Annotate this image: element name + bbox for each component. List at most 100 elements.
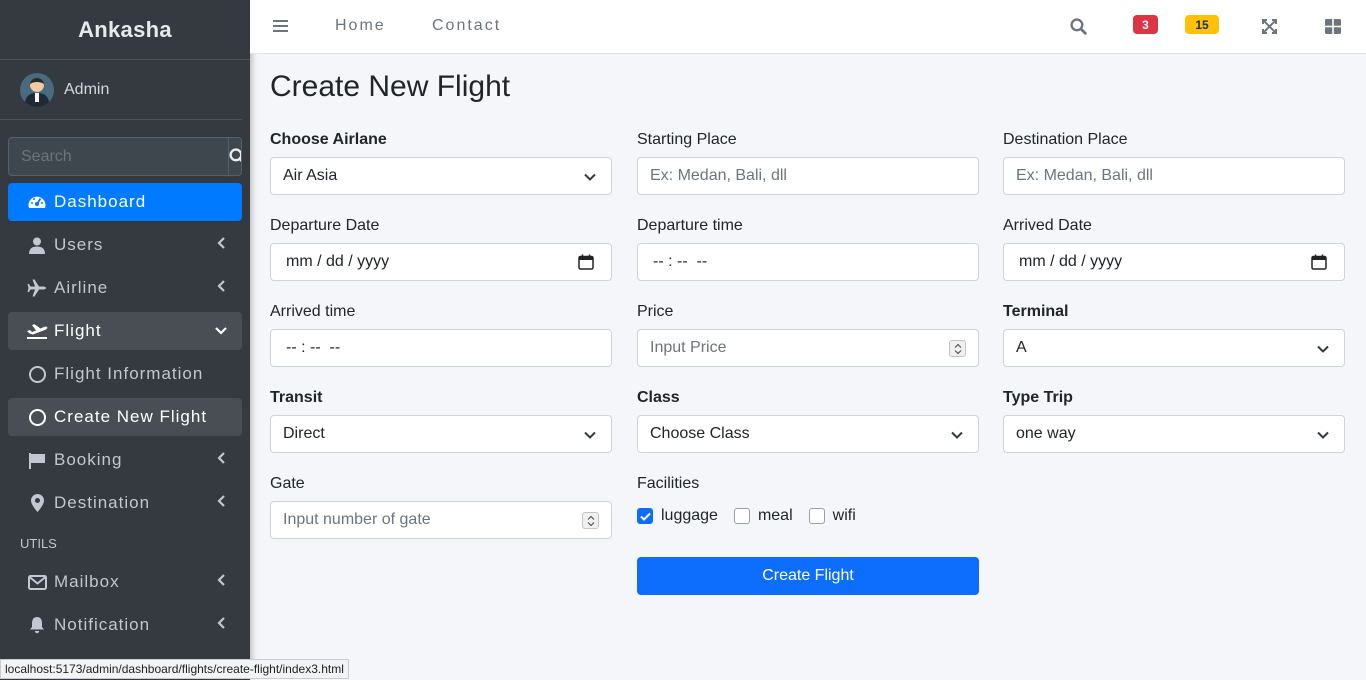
- number-spinner[interactable]: [949, 340, 966, 357]
- grid-icon[interactable]: [1325, 19, 1341, 34]
- wifi-option[interactable]: wifi: [808, 507, 856, 525]
- sidebar-item-users[interactable]: Users: [8, 226, 242, 264]
- search-icon[interactable]: [1070, 18, 1087, 35]
- map-marker-icon: [26, 493, 48, 513]
- destination-place-input[interactable]: Ex: Medan, Bali, dll: [1003, 157, 1345, 195]
- sidebar-item-destination[interactable]: Destination: [8, 484, 242, 522]
- plane-icon: [26, 278, 48, 298]
- sidebar-item-flight-information[interactable]: Flight Information: [8, 355, 242, 393]
- arrived-time-input[interactable]: -- : -- --: [270, 329, 612, 367]
- transit-select-value: Direct: [283, 425, 325, 442]
- notifications-badge[interactable]: 15: [1185, 15, 1219, 34]
- sidebar-search-button[interactable]: [228, 138, 241, 175]
- nav-link-contact[interactable]: Contact: [432, 17, 501, 35]
- luggage-option[interactable]: luggage: [637, 507, 718, 525]
- sidebar-nav: Dashboard Users Airline Flight Flight In…: [8, 183, 242, 649]
- airline-select[interactable]: Air Asia: [270, 157, 612, 195]
- hamburger-menu-icon[interactable]: [273, 19, 288, 33]
- sidebar-search-input[interactable]: [9, 138, 228, 175]
- spin-down-icon[interactable]: [587, 521, 595, 526]
- messages-badge[interactable]: 3: [1133, 15, 1158, 34]
- nav-link-home[interactable]: Home: [335, 17, 386, 35]
- brand-logo[interactable]: Ankasha: [0, 0, 250, 60]
- chevron-down-icon: [1317, 345, 1329, 353]
- user-icon: [26, 235, 48, 255]
- sidebar-item-notification[interactable]: Notification: [8, 606, 242, 644]
- luggage-checkbox[interactable]: [637, 508, 653, 524]
- chevron-down-icon: [951, 431, 963, 439]
- sidebar-item-mailbox[interactable]: Mailbox: [8, 563, 242, 601]
- chevron-left-icon: [217, 237, 225, 249]
- spin-up-icon[interactable]: [954, 343, 962, 348]
- search-icon: [229, 148, 241, 162]
- departure-time-label: Departure time: [637, 217, 743, 234]
- destination-place-field: Destination Place Ex: Medan, Bali, dll: [1003, 129, 1345, 195]
- transit-select[interactable]: Direct: [270, 415, 612, 453]
- create-flight-button[interactable]: Create Flight: [637, 557, 979, 595]
- sidebar-item-airline[interactable]: Airline: [8, 269, 242, 307]
- fullscreen-icon[interactable]: [1262, 19, 1277, 34]
- number-spinner[interactable]: [582, 512, 599, 529]
- departure-date-input[interactable]: mm / dd / yyyy: [270, 243, 612, 281]
- gate-input[interactable]: Input number of gate: [270, 501, 612, 539]
- sidebar-item-dashboard[interactable]: Dashboard: [8, 183, 242, 221]
- departure-date-field: Departure Date mm / dd / yyyy: [270, 215, 612, 281]
- chevron-left-icon: [217, 495, 225, 507]
- price-input[interactable]: Input Price: [637, 329, 979, 367]
- meal-checkbox[interactable]: [733, 508, 750, 524]
- departure-time-input[interactable]: -- : -- --: [637, 243, 979, 281]
- sidebar-item-label: Mailbox: [54, 572, 120, 591]
- arrived-date-label: Arrived Date: [1003, 217, 1092, 234]
- starting-place-label: Starting Place: [637, 131, 737, 148]
- circle-icon: [26, 407, 48, 427]
- envelope-icon: [26, 572, 48, 592]
- price-placeholder: Input Price: [650, 339, 727, 356]
- chevron-left-icon: [217, 452, 225, 464]
- terminal-select[interactable]: A: [1003, 329, 1345, 367]
- user-name[interactable]: Admin: [64, 81, 109, 99]
- arrived-date-input[interactable]: mm / dd / yyyy: [1003, 243, 1345, 281]
- avatar[interactable]: [20, 72, 54, 107]
- calendar-icon[interactable]: [578, 254, 594, 270]
- sidebar-item-flight[interactable]: Flight: [8, 312, 242, 350]
- user-panel[interactable]: Admin: [0, 60, 242, 120]
- airline-label: Choose Airlane: [270, 131, 387, 148]
- sidebar-item-create-new-flight[interactable]: Create New Flight: [8, 398, 242, 436]
- sidebar-item-booking[interactable]: Booking: [8, 441, 242, 479]
- facilities-label: Facilities: [637, 475, 700, 492]
- destination-place-placeholder: Ex: Medan, Bali, dll: [1016, 167, 1153, 184]
- wifi-checkbox[interactable]: [808, 508, 825, 524]
- sidebar-item-label: Destination: [54, 493, 151, 512]
- type-trip-select-value: one way: [1016, 425, 1076, 442]
- calendar-icon[interactable]: [1311, 254, 1327, 270]
- starting-place-input[interactable]: Ex: Medan, Bali, dll: [637, 157, 979, 195]
- airline-select-value: Air Asia: [283, 167, 338, 184]
- spin-up-icon[interactable]: [587, 515, 595, 520]
- class-select[interactable]: Choose Class: [637, 415, 979, 453]
- wifi-label: wifi: [832, 507, 856, 524]
- departure-date-label: Departure Date: [270, 217, 380, 234]
- sidebar-item-label: Flight: [54, 321, 102, 340]
- type-trip-field: Type Trip one way: [1003, 387, 1345, 453]
- luggage-label: luggage: [661, 507, 718, 524]
- terminal-select-value: A: [1016, 339, 1027, 356]
- spin-down-icon[interactable]: [954, 349, 962, 354]
- type-trip-label: Type Trip: [1003, 389, 1073, 406]
- facilities-checkboxes: luggage meal wifi: [637, 507, 872, 525]
- sidebar-search: [8, 137, 242, 176]
- flag-icon: [26, 450, 48, 470]
- gate-placeholder: Input number of gate: [283, 511, 431, 528]
- price-field: Price Input Price: [637, 301, 979, 367]
- plane-departure-icon: [26, 321, 48, 341]
- departure-time-value: -- : -- --: [653, 253, 708, 270]
- transit-field: Transit Direct: [270, 387, 612, 453]
- sidebar-item-label: Users: [54, 235, 104, 254]
- top-navbar: Home Contact 3 15: [250, 0, 1366, 54]
- terminal-field: Terminal A: [1003, 301, 1345, 367]
- arrived-time-field: Arrived time -- : -- --: [270, 301, 612, 367]
- arrived-date-value: mm / dd / yyyy: [1019, 253, 1123, 270]
- terminal-label: Terminal: [1003, 303, 1069, 320]
- meal-option[interactable]: meal: [733, 507, 793, 525]
- check-icon: [639, 512, 651, 521]
- type-trip-select[interactable]: one way: [1003, 415, 1345, 453]
